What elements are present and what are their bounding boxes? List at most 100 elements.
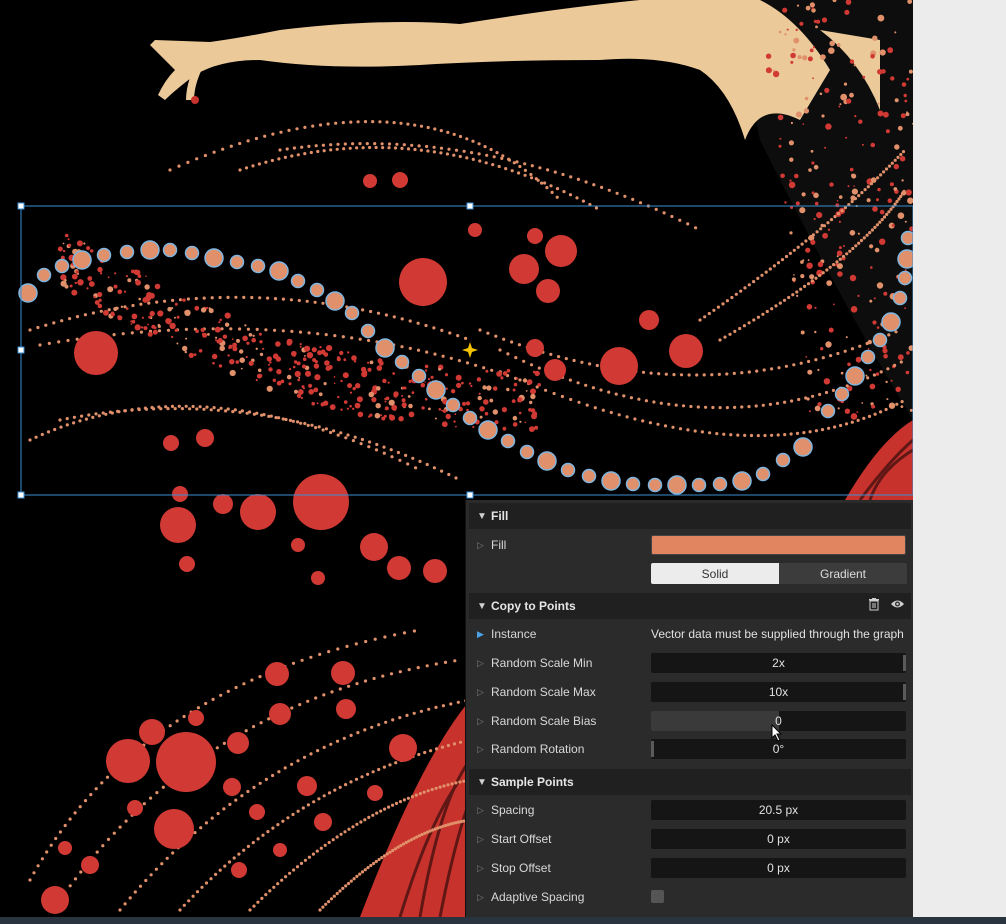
strand-dot xyxy=(47,341,51,345)
speckle-dot xyxy=(229,369,236,377)
expand-triangle-icon[interactable]: ▷ xyxy=(477,805,491,816)
fill-row: ▷ Fill xyxy=(469,532,911,558)
expand-triangle-icon[interactable]: ▷ xyxy=(477,863,491,874)
fill-section-header[interactable]: ▼ Fill xyxy=(469,503,911,529)
speckle-dot xyxy=(149,310,155,317)
strand-dot xyxy=(327,900,331,904)
strand-dot xyxy=(296,759,300,763)
speckle-dot xyxy=(134,269,141,276)
sparkle-dot xyxy=(894,144,900,150)
strand-dot xyxy=(777,366,781,370)
expand-triangle-icon[interactable]: ▷ xyxy=(477,687,491,698)
expand-triangle-icon[interactable]: ▷ xyxy=(477,658,491,669)
stop-offset-row: ▷ Stop Offset 0 px xyxy=(469,855,911,881)
gradient-button[interactable]: Gradient xyxy=(779,563,907,584)
scale-min-field[interactable]: 2x xyxy=(651,653,906,673)
connected-input-icon[interactable]: ▶ xyxy=(477,629,491,640)
red-circle xyxy=(139,719,165,745)
speckle-dot xyxy=(240,367,243,370)
stop-offset-field[interactable]: 0 px xyxy=(651,858,906,878)
strand-dot xyxy=(63,823,67,828)
sample-points-header[interactable]: ▼ Sample Points xyxy=(469,769,911,795)
speckle-dot xyxy=(214,326,221,333)
sparkle-dot xyxy=(847,362,851,367)
sparkle-dot xyxy=(829,182,834,187)
expand-triangle-icon[interactable]: ▷ xyxy=(477,716,491,727)
strand-dot xyxy=(804,239,808,243)
eye-icon[interactable] xyxy=(890,598,905,614)
expand-triangle-icon[interactable]: ▷ xyxy=(477,744,491,755)
strand-dot xyxy=(144,407,148,411)
speckle-dot xyxy=(291,350,297,357)
copy-to-points-header[interactable]: ▼ Copy to Points xyxy=(469,593,911,619)
speckle-dot xyxy=(60,280,67,287)
strand-dot xyxy=(384,720,388,724)
speckle-dot xyxy=(174,302,178,306)
strand-dot xyxy=(65,423,69,427)
start-offset-field[interactable]: 0 px xyxy=(651,829,906,849)
speckle-dot xyxy=(434,417,437,420)
speckle-dot xyxy=(317,350,323,356)
strand-dot xyxy=(629,396,634,400)
strand-dot xyxy=(537,366,541,370)
instance-row: ▶ Instance Vector data must be supplied … xyxy=(469,621,911,647)
speckle-dot xyxy=(222,334,228,339)
strand-dot xyxy=(298,330,303,334)
trash-icon[interactable] xyxy=(868,598,880,614)
speckle-dot xyxy=(525,390,528,392)
speckle-dot xyxy=(392,372,396,375)
strand-dot xyxy=(303,125,307,129)
strand-dot xyxy=(377,767,381,772)
scale-max-field[interactable]: 10x xyxy=(651,682,906,702)
strand-dot xyxy=(334,121,338,125)
strand-dot xyxy=(391,848,395,853)
strand-dot xyxy=(814,276,818,280)
strand-dot xyxy=(564,357,568,361)
speckle-dot xyxy=(384,406,389,411)
speckle-dot xyxy=(300,396,303,400)
solid-button[interactable]: Solid xyxy=(651,563,779,584)
strand-dot xyxy=(396,450,400,455)
strand-dot xyxy=(271,826,275,830)
red-circle xyxy=(399,258,447,306)
fill-color-swatch[interactable] xyxy=(651,535,906,555)
speckle-dot xyxy=(424,369,428,372)
strand-dot xyxy=(438,785,442,789)
speckle-dot xyxy=(288,382,292,386)
strand-dot xyxy=(271,773,275,778)
sparkle-dot xyxy=(811,191,815,195)
strand-dot xyxy=(178,908,182,912)
strand-dot xyxy=(725,299,730,303)
rotation-field[interactable]: 0° xyxy=(651,739,906,759)
sparkle-dot xyxy=(901,179,904,182)
strand-dot xyxy=(291,812,295,817)
strand-dot xyxy=(678,218,682,222)
spacing-field[interactable]: 20.5 px xyxy=(651,800,906,820)
sparkle-dot xyxy=(789,179,792,182)
speckle-dot xyxy=(355,383,361,389)
speckle-dot xyxy=(258,332,262,336)
speckle-dot xyxy=(62,242,65,245)
adaptive-spacing-checkbox[interactable] xyxy=(651,890,664,903)
strand-dot xyxy=(157,329,162,333)
speckle-dot xyxy=(182,345,188,352)
strand-dot xyxy=(329,742,333,746)
speckle-dot xyxy=(216,339,221,344)
expand-triangle-icon[interactable]: ▷ xyxy=(477,540,491,551)
speckle-dot xyxy=(298,376,301,379)
sparkle-dot xyxy=(778,30,782,34)
strand-dot xyxy=(659,401,663,405)
speckle-dot xyxy=(231,338,234,340)
sparkle-dot xyxy=(883,111,889,118)
expand-triangle-icon[interactable]: ▷ xyxy=(477,892,491,903)
speckle-dot xyxy=(259,352,264,357)
expand-triangle-icon[interactable]: ▷ xyxy=(477,834,491,845)
speckle-dot xyxy=(333,376,336,378)
red-circle xyxy=(336,699,356,719)
red-circle xyxy=(363,174,377,188)
strand-dot xyxy=(477,152,481,156)
strand-dot xyxy=(410,795,414,799)
strand-dot xyxy=(219,693,223,697)
strand-dot xyxy=(165,856,169,860)
speckle-dot xyxy=(438,367,442,371)
